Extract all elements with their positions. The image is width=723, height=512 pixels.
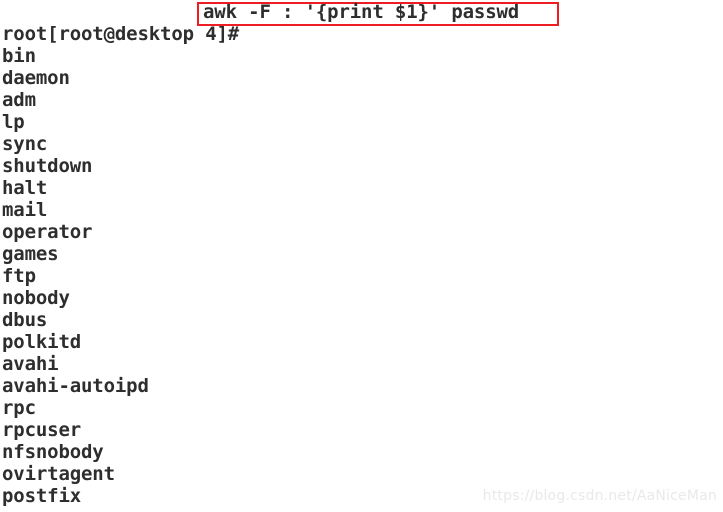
terminal-window: [root@desktop 4]# awk -F : '{print $1}' … (0, 0, 723, 512)
output-line: lp (2, 111, 25, 133)
output-line: ovirtagent (2, 463, 115, 485)
output-line: rpc (2, 397, 36, 419)
command-input[interactable]: awk -F : '{print $1}' passwd (203, 1, 519, 23)
output-line: dbus (2, 309, 48, 331)
output-line: nobody (2, 287, 70, 309)
shell-prompt: [root@desktop 4]# (47, 23, 240, 45)
output-line: root (2, 23, 48, 45)
watermark-text: https://blog.csdn.net/AaNiceMan (482, 488, 717, 504)
output-line: ftp (2, 265, 36, 287)
output-line: sync (2, 133, 48, 155)
output-line: mail (2, 199, 48, 221)
output-line: rpcuser (2, 419, 82, 441)
output-line: polkitd (2, 331, 82, 353)
output-line: postfix (2, 485, 82, 507)
output-line: bin (2, 45, 36, 67)
output-line: avahi-autoipd (2, 375, 149, 397)
output-line: halt (2, 177, 48, 199)
output-line: shutdown (2, 155, 93, 177)
output-line: adm (2, 89, 36, 111)
output-line: nfsnobody (2, 441, 104, 463)
output-line: operator (2, 221, 93, 243)
output-line: games (2, 243, 59, 265)
output-line: daemon (2, 67, 70, 89)
output-line: avahi (2, 353, 59, 375)
